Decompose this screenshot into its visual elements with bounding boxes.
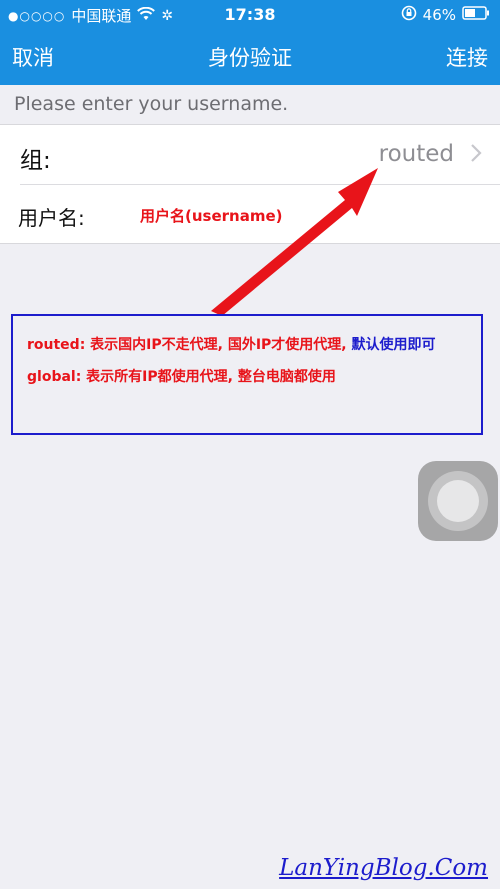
note-default-text: 默认使用即可 (346, 337, 436, 353)
annotation-arrow (211, 168, 378, 316)
note-routed-text: routed: 表示国内IP不走代理, 国外IP才使用代理, (27, 337, 347, 353)
assistive-touch-icon[interactable] (418, 461, 498, 541)
annotation-note: routed: 表示国内IP不走代理, 国外IP才使用代理, 默认使用即可 gl… (11, 314, 483, 435)
note-global-text: global: 表示所有IP都使用代理, 整台电脑都使用 (27, 369, 336, 385)
watermark: LanYingBlog.Com (279, 855, 488, 881)
